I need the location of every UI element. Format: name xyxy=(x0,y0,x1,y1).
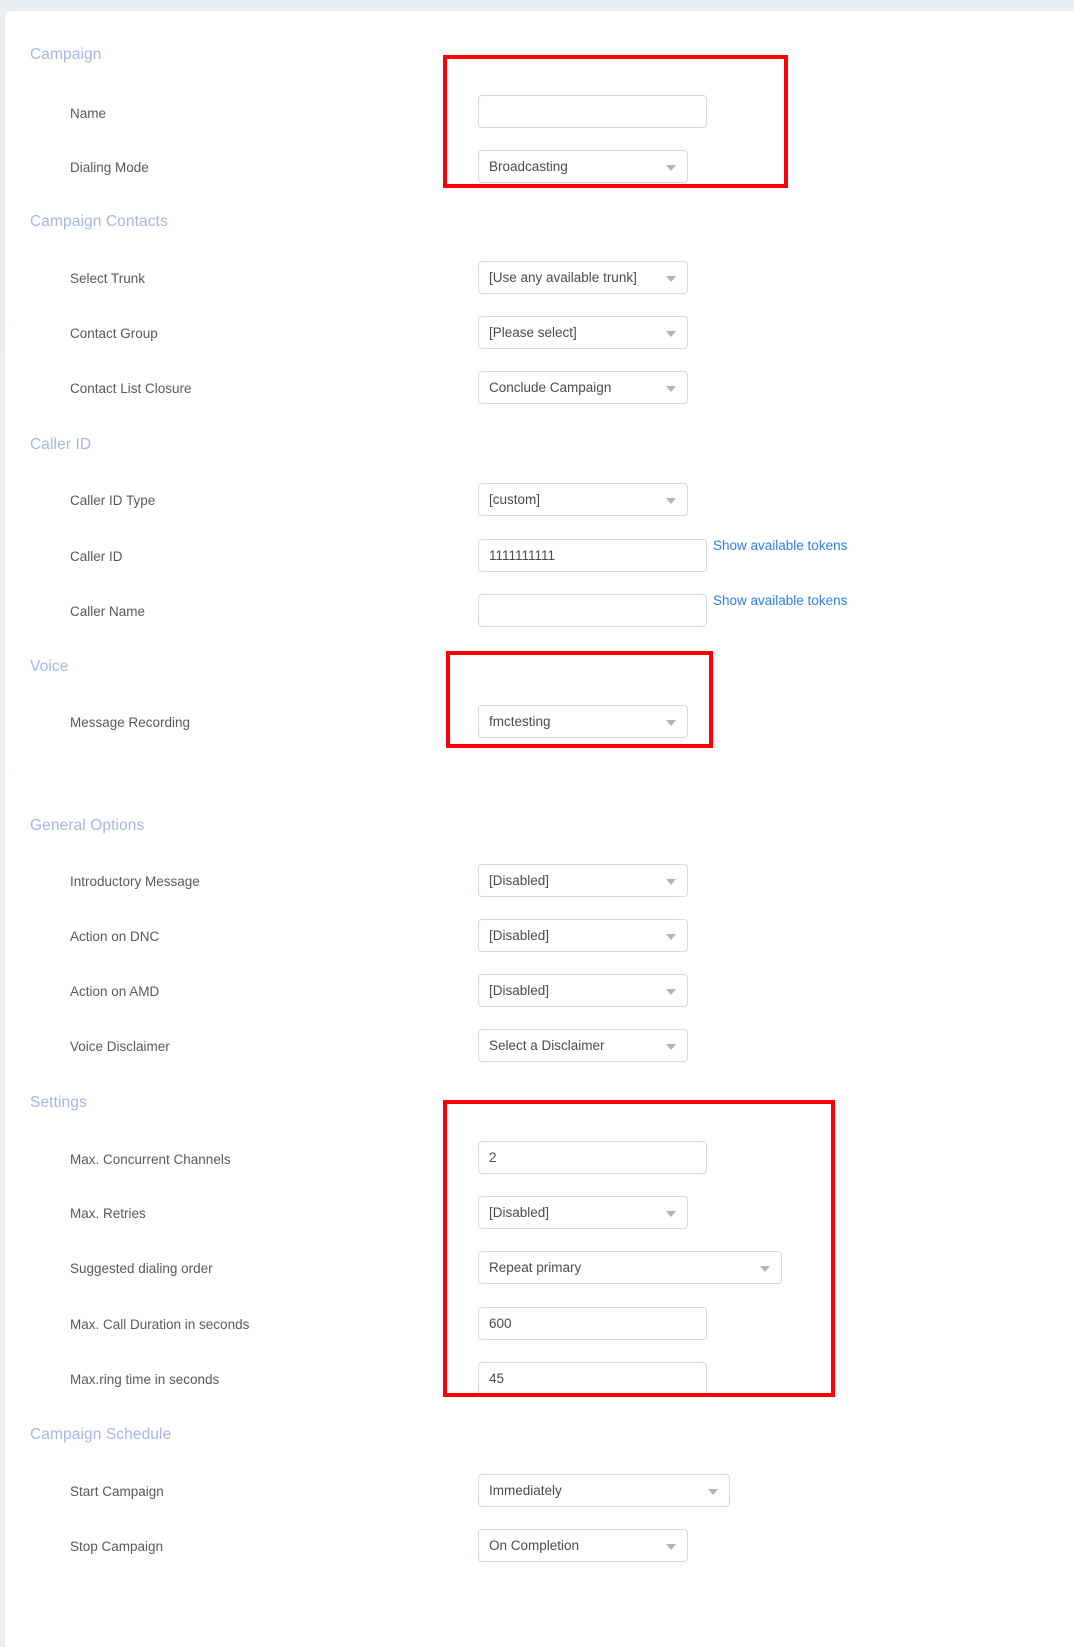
select-contact-group[interactable]: [Please select] xyxy=(478,316,688,349)
select-contact-group-value: [Please select] xyxy=(489,325,577,340)
chevron-down-icon xyxy=(666,878,676,885)
label-name: Name xyxy=(70,106,107,121)
select-start-campaign[interactable]: Immediately xyxy=(478,1474,730,1507)
select-message-recording[interactable]: fmctesting xyxy=(478,705,688,738)
section-header-voice: Voice xyxy=(30,658,69,675)
label-introductory-message: Introductory Message xyxy=(70,874,200,889)
chevron-down-icon xyxy=(666,933,676,940)
label-dialing-mode: Dialing Mode xyxy=(70,160,149,175)
chevron-down-icon xyxy=(666,988,676,995)
chevron-down-icon xyxy=(666,1543,676,1550)
input-max-ring-time[interactable]: 45 xyxy=(478,1362,707,1395)
label-max-call-duration: Max. Call Duration in seconds xyxy=(70,1317,250,1332)
section-header-settings: Settings xyxy=(30,1094,87,1111)
chevron-down-icon xyxy=(666,1210,676,1217)
select-action-on-amd-value: [Disabled] xyxy=(489,983,550,998)
select-voice-disclaimer-value: Select a Disclaimer xyxy=(489,1038,605,1053)
label-voice-disclaimer: Voice Disclaimer xyxy=(70,1039,170,1054)
select-introductory-message-value: [Disabled] xyxy=(489,873,550,888)
select-stop-campaign[interactable]: On Completion xyxy=(478,1529,688,1562)
input-max-call-duration[interactable]: 600 xyxy=(478,1307,707,1340)
label-contact-group: Contact Group xyxy=(70,326,158,341)
select-message-recording-value: fmctesting xyxy=(489,714,551,729)
select-max-retries-value: [Disabled] xyxy=(489,1205,550,1220)
select-suggested-dialing-order-value: Repeat primary xyxy=(489,1260,582,1275)
label-action-on-dnc: Action on DNC xyxy=(70,929,160,944)
label-message-recording: Message Recording xyxy=(70,715,191,730)
select-contact-list-closure-value: Conclude Campaign xyxy=(489,380,612,395)
select-stop-campaign-value: On Completion xyxy=(489,1538,580,1553)
chevron-down-icon xyxy=(760,1265,770,1272)
label-caller-id: Caller ID xyxy=(70,549,123,564)
chevron-down-icon xyxy=(666,385,676,392)
input-name[interactable] xyxy=(478,95,707,128)
select-contact-list-closure[interactable]: Conclude Campaign xyxy=(478,371,688,404)
select-caller-id-type[interactable]: [custom] xyxy=(478,483,688,516)
select-action-on-amd[interactable]: [Disabled] xyxy=(478,974,688,1007)
label-contact-list-closure: Contact List Closure xyxy=(70,381,192,396)
chevron-down-icon xyxy=(708,1488,718,1495)
chevron-down-icon xyxy=(666,330,676,337)
section-header-campaign-schedule: Campaign Schedule xyxy=(30,1426,172,1443)
label-start-campaign: Start Campaign xyxy=(70,1484,164,1499)
section-header-caller-id: Caller ID xyxy=(30,436,92,453)
chevron-down-icon xyxy=(666,719,676,726)
label-max-retries: Max. Retries xyxy=(70,1206,146,1221)
select-caller-id-type-value: [custom] xyxy=(489,492,541,507)
select-action-on-dnc[interactable]: [Disabled] xyxy=(478,919,688,952)
select-max-retries[interactable]: [Disabled] xyxy=(478,1196,688,1229)
section-header-general-options: General Options xyxy=(30,817,145,834)
section-header-campaign-contacts: Campaign Contacts xyxy=(30,213,168,230)
select-trunk-value: [Use any available trunk] xyxy=(489,270,637,285)
campaign-form-page: Campaign Name Dialing Mode Broadcasting … xyxy=(0,0,1074,1647)
input-max-concurrent-channels[interactable]: 2 xyxy=(478,1141,707,1174)
label-suggested-dialing-order: Suggested dialing order xyxy=(70,1261,213,1276)
label-select-trunk: Select Trunk xyxy=(70,271,146,286)
input-caller-id[interactable]: 1111111111 xyxy=(478,539,707,572)
select-introductory-message[interactable]: [Disabled] xyxy=(478,864,688,897)
chevron-down-icon xyxy=(666,497,676,504)
label-max-ring-time: Max.ring time in seconds xyxy=(70,1372,220,1387)
section-header-campaign: Campaign xyxy=(30,46,102,63)
input-caller-name[interactable] xyxy=(478,594,707,627)
select-start-campaign-value: Immediately xyxy=(489,1483,562,1498)
label-max-concurrent-channels: Max. Concurrent Channels xyxy=(70,1152,231,1167)
campaign-form-card: Campaign Name Dialing Mode Broadcasting … xyxy=(5,11,1074,1647)
select-trunk[interactable]: [Use any available trunk] xyxy=(478,261,688,294)
select-suggested-dialing-order[interactable]: Repeat primary xyxy=(478,1251,782,1284)
select-dialing-mode[interactable]: Broadcasting xyxy=(478,150,688,183)
chevron-down-icon xyxy=(666,275,676,282)
caller-name-show-tokens-link[interactable]: Show available tokens xyxy=(713,593,847,608)
label-caller-id-type: Caller ID Type xyxy=(70,493,156,508)
label-action-on-amd: Action on AMD xyxy=(70,984,160,999)
select-action-on-dnc-value: [Disabled] xyxy=(489,928,550,943)
select-dialing-mode-value: Broadcasting xyxy=(489,159,568,174)
select-voice-disclaimer[interactable]: Select a Disclaimer xyxy=(478,1029,688,1062)
caller-id-show-tokens-link[interactable]: Show available tokens xyxy=(713,538,847,553)
chevron-down-icon xyxy=(666,1043,676,1050)
chevron-down-icon xyxy=(666,164,676,171)
label-caller-name: Caller Name xyxy=(70,604,146,619)
label-stop-campaign: Stop Campaign xyxy=(70,1539,164,1554)
